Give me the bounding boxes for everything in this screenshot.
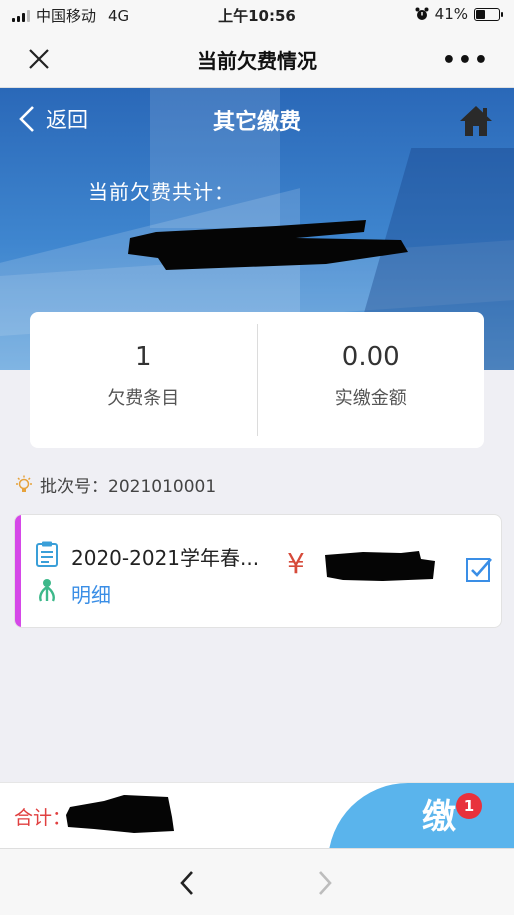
more-dots-icon[interactable]: ••• [442, 48, 490, 73]
battery-icon [474, 7, 503, 21]
redacted-fee-amount [325, 551, 435, 581]
batch-number: 批次号：2021010001 [14, 472, 216, 497]
browser-toolbar [0, 848, 514, 915]
paid-amount-stat: 0.00 实缴金额 [258, 312, 485, 448]
home-icon[interactable] [458, 104, 494, 138]
owed-count-label: 欠费条目 [107, 388, 180, 409]
status-bar: 中国移动 4G 上午10:56 41% [0, 0, 514, 30]
wechat-nav-bar: 当前欠费情况 ••• [0, 30, 514, 88]
total-label: 合计： [14, 807, 72, 829]
alarm-icon [415, 7, 429, 20]
total-bar: 合计： 缴 1 [0, 782, 514, 848]
paid-amount-value: 0.00 [341, 342, 400, 372]
batch-number-label: 批次号：2021010001 [40, 477, 217, 497]
checkbox-checked-icon[interactable] [465, 555, 493, 583]
clipboard-icon [36, 541, 58, 567]
fee-item-name: 2020-2021学年春... [71, 546, 260, 570]
redacted-total-amount [66, 795, 174, 833]
paid-amount-label: 实缴金额 [334, 388, 407, 409]
pay-count-badge: 1 [456, 793, 482, 819]
page-title: 其它缴费 [212, 110, 301, 135]
back-arrow-icon[interactable] [176, 869, 198, 897]
owed-count-value: 1 [134, 342, 152, 372]
battery-percent: 41% [434, 5, 468, 23]
owed-total-label: 当前欠费共计： [88, 180, 235, 204]
detail-link[interactable]: 明细 [71, 579, 111, 608]
pay-button[interactable]: 缴 1 [328, 783, 514, 848]
status-right: 41% [415, 5, 503, 23]
stats-card: 1 欠费条目 0.00 实缴金额 [30, 312, 484, 448]
owed-count-stat: 1 欠费条目 [30, 312, 257, 448]
currency-symbol: ¥ [287, 547, 305, 580]
redacted-amount [128, 220, 408, 270]
bulb-icon [16, 475, 32, 492]
pay-button-glyph: 缴 [422, 797, 456, 837]
fee-item-accent [15, 515, 21, 627]
forward-arrow-icon[interactable] [314, 869, 336, 897]
detail-icon [39, 579, 55, 602]
fee-item[interactable]: 2020-2021学年春... 明细 ¥ [14, 514, 502, 628]
wechat-page-title: 当前欠费情况 [197, 49, 317, 73]
